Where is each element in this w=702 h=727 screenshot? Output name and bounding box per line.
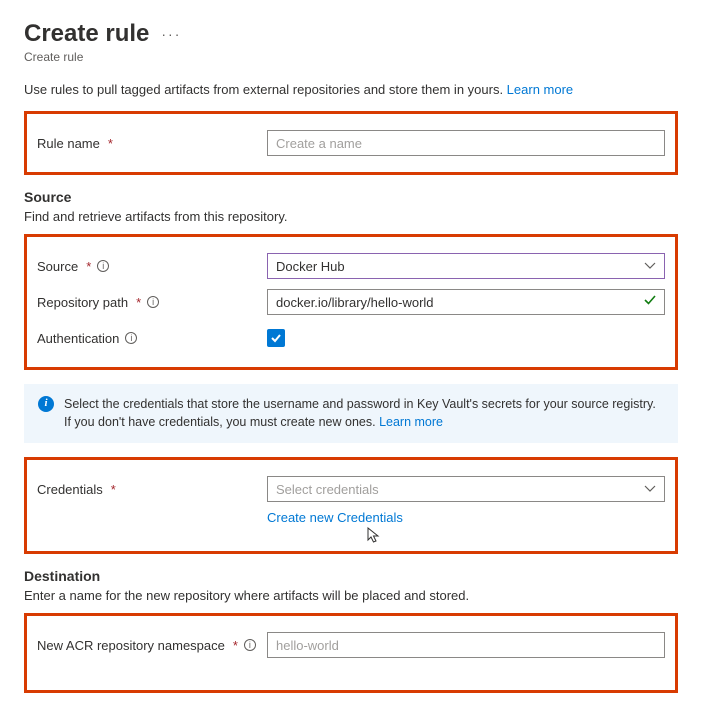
destination-desc: Enter a name for the new repository wher…: [24, 588, 678, 603]
source-heading: Source: [24, 189, 678, 205]
repo-path-label: Repository path* i: [37, 295, 267, 310]
info-icon[interactable]: i: [147, 296, 159, 308]
learn-more-link[interactable]: Learn more: [507, 82, 573, 97]
auth-label: Authentication i: [37, 331, 267, 346]
destination-heading: Destination: [24, 568, 678, 584]
destination-group: New ACR repository namespace* i: [24, 613, 678, 693]
credentials-select[interactable]: Select credentials: [267, 476, 665, 502]
rule-name-group: Rule name*: [24, 111, 678, 175]
intro-text: Use rules to pull tagged artifacts from …: [24, 82, 678, 97]
rule-name-input[interactable]: [267, 130, 665, 156]
breadcrumb: Create rule: [24, 50, 678, 64]
chevron-down-icon: [644, 483, 656, 495]
info-icon: i: [38, 396, 54, 412]
chevron-down-icon: [644, 260, 656, 272]
credentials-group: Credentials* Select credentials Create n…: [24, 457, 678, 554]
page-title: Create rule: [24, 20, 149, 48]
create-credentials-link[interactable]: Create new Credentials: [267, 510, 403, 525]
check-icon: [643, 293, 657, 310]
source-group: Source* i Docker Hub Repository path* i …: [24, 234, 678, 370]
info-icon[interactable]: i: [125, 332, 137, 344]
info-icon[interactable]: i: [244, 639, 256, 651]
info-banner: i Select the credentials that store the …: [24, 384, 678, 443]
cursor-icon: [367, 527, 381, 545]
namespace-label: New ACR repository namespace* i: [37, 638, 267, 653]
more-actions-icon[interactable]: ···: [161, 26, 181, 42]
source-label: Source* i: [37, 259, 267, 274]
source-select[interactable]: Docker Hub: [267, 253, 665, 279]
banner-learn-more-link[interactable]: Learn more: [379, 415, 443, 429]
repo-path-input[interactable]: [267, 289, 665, 315]
auth-checkbox[interactable]: [267, 329, 285, 347]
rule-name-label: Rule name*: [37, 136, 267, 151]
info-icon[interactable]: i: [97, 260, 109, 272]
credentials-label: Credentials*: [37, 482, 267, 497]
source-desc: Find and retrieve artifacts from this re…: [24, 209, 678, 224]
namespace-input[interactable]: [267, 632, 665, 658]
